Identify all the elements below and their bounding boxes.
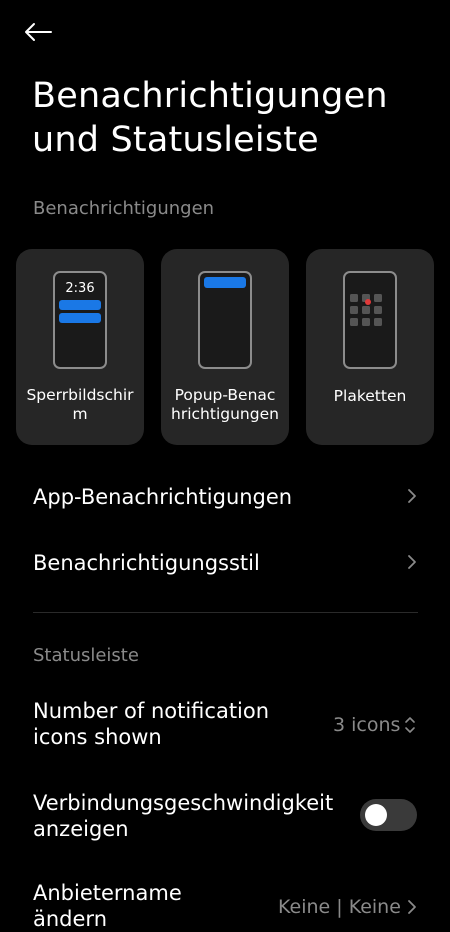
row-title: App-Benachrichtigungen [33, 485, 293, 509]
app-icon-placeholder [350, 294, 358, 302]
card-lock-screen[interactable]: 2:36 Sperrbildschir m [16, 249, 144, 445]
section-divider [33, 612, 418, 613]
card-badges[interactable]: Plaketten [306, 249, 434, 445]
row-title: Verbindungsgeschwindigkeit anzeigen [33, 790, 333, 842]
app-icon-placeholder [374, 318, 382, 326]
page-title: Benachrichtigungen und Statusleiste [32, 74, 432, 162]
preview-notification-bar [59, 300, 101, 310]
popup-preview [198, 271, 252, 369]
app-icon-placeholder [374, 294, 382, 302]
badges-preview [343, 271, 397, 369]
card-label-line: Plaketten [333, 387, 407, 405]
card-label-lock-screen: Sperrbildschir m [20, 386, 140, 424]
app-icon-placeholder [350, 318, 358, 326]
row-title: Benachrichtigungsstil [33, 551, 260, 575]
row-carrier-name[interactable]: Anbietername ändern Keine | Keine [0, 878, 450, 931]
card-label-badges: Plaketten [310, 387, 430, 406]
row-title-line: anzeigen [33, 817, 129, 841]
row-title-line: icons shown [33, 725, 162, 749]
app-icon-placeholder [350, 306, 358, 314]
chevron-right-icon [408, 555, 416, 569]
preview-time: 2:36 [65, 281, 95, 296]
row-title: Number of notification icons shown [33, 698, 269, 750]
notification-type-cards: 2:36 Sperrbildschir m Popup-Benac hricht… [16, 249, 434, 445]
card-label-popup: Popup-Benac hrichtigungen [165, 386, 285, 424]
app-icon-placeholder [374, 306, 382, 314]
section-label-notifications: Benachrichtigungen [33, 198, 215, 219]
chevron-right-icon [408, 900, 416, 914]
carrier-name-value: Keine | Keine [278, 896, 401, 918]
badge-dot-icon [365, 299, 371, 305]
card-label-line: hrichtigungen [171, 405, 279, 423]
card-popup-notifications[interactable]: Popup-Benac hrichtigungen [161, 249, 289, 445]
preview-popup-bar [204, 277, 246, 288]
row-title: Anbietername ändern [33, 880, 182, 932]
chevron-updown-icon [405, 717, 415, 733]
preview-notification-bar [59, 313, 101, 323]
connection-speed-toggle[interactable] [360, 799, 417, 831]
lock-screen-preview: 2:36 [53, 271, 107, 369]
row-title-line: Verbindungsgeschwindigkeit [33, 791, 334, 815]
card-label-line: Sperrbildschir [26, 386, 134, 404]
page-title-line-2: und Statusleiste [32, 120, 319, 160]
row-app-notifications[interactable]: App-Benachrichtigungen [0, 478, 450, 518]
app-icon-placeholder [362, 318, 370, 326]
toggle-knob [365, 804, 387, 826]
notification-icons-value: 3 icons [333, 714, 401, 736]
arrow-left-icon [25, 23, 52, 41]
row-notification-style[interactable]: Benachrichtigungsstil [0, 544, 450, 584]
row-title-line: Anbietername [33, 881, 182, 905]
row-title-line: ändern [33, 907, 108, 931]
row-notification-icons-count[interactable]: Number of notification icons shown 3 ico… [0, 696, 450, 756]
chevron-right-icon [408, 489, 416, 503]
app-icon-placeholder [362, 306, 370, 314]
section-label-statusbar: Statusleiste [33, 645, 139, 666]
card-label-line: Popup-Benac [174, 386, 276, 404]
page-title-line-1: Benachrichtigungen [32, 76, 388, 116]
row-title-line: Number of notification [33, 699, 270, 723]
back-button[interactable] [24, 14, 64, 50]
card-label-line: m [72, 405, 88, 423]
